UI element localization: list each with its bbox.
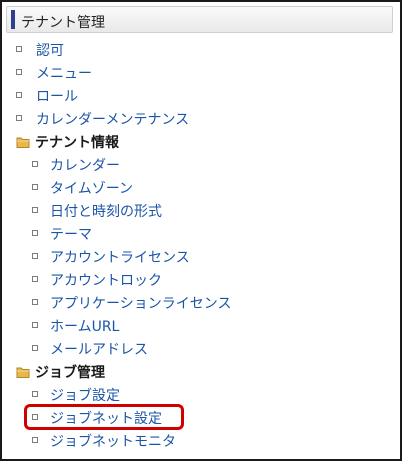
menu-item-label[interactable]: アプリケーションライセンス [50, 294, 231, 314]
menu-item-label[interactable]: メールアドレス [50, 340, 148, 360]
menu-item-label[interactable]: ジョブ設定 [50, 386, 120, 406]
bullet-icon [32, 345, 38, 351]
bullet-icon [16, 92, 22, 98]
folder-icon [16, 137, 30, 148]
panel-header: テナント管理 [6, 6, 393, 33]
bullet-icon [16, 46, 22, 52]
menu-item-label[interactable]: ロール [36, 87, 78, 107]
menu-item-label[interactable]: ホームURL [50, 317, 119, 337]
folder-label: ジョブ管理 [35, 365, 105, 381]
bullet-icon [32, 391, 38, 397]
header-accent-bar [11, 10, 15, 29]
menu-item-label[interactable]: アカウントロック [50, 271, 162, 291]
panel-title: テナント管理 [21, 15, 105, 31]
bullet-icon [16, 69, 22, 75]
bullet-icon [32, 299, 38, 305]
bullet-icon [16, 115, 22, 121]
folder-label: テナント情報 [35, 135, 119, 151]
menu-item-label[interactable]: カレンダーメンテナンス [36, 110, 189, 130]
menu-item-label[interactable]: タイムゾーン [50, 179, 133, 199]
menu-item-label[interactable]: ジョブネットモニタ [50, 432, 176, 452]
menu-item-label[interactable]: テーマ [50, 225, 92, 245]
menu-item-label[interactable]: メニュー [36, 64, 92, 84]
menu-item-label[interactable]: 認可 [36, 41, 64, 61]
bullet-icon [32, 184, 38, 190]
bullet-icon [32, 276, 38, 282]
bullet-icon [32, 253, 38, 259]
menu-item-label[interactable]: 日付と時刻の形式 [50, 202, 162, 222]
folder-icon [16, 367, 30, 378]
menu-item-label[interactable]: カレンダー [50, 156, 120, 176]
menu-item-label[interactable]: アカウントライセンス [50, 248, 190, 268]
highlight-box [24, 404, 184, 430]
bullet-icon [32, 207, 38, 213]
bullet-icon [32, 161, 38, 167]
bullet-icon [32, 230, 38, 236]
bullet-icon [32, 322, 38, 328]
bullet-icon [32, 437, 38, 443]
admin-menu-window: テナント管理 認可 メニュー ロール カレンダーメンテナンス テナント情報 カレ… [0, 0, 402, 461]
